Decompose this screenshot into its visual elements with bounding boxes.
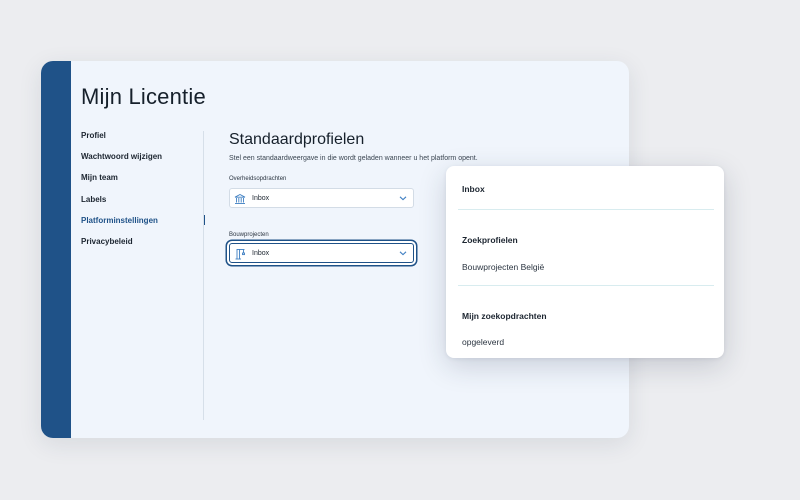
- page-title: Mijn Licentie: [81, 84, 206, 109]
- nav-item-platform-settings[interactable]: Platforminstellingen: [81, 214, 205, 236]
- dropdown-separator: [458, 285, 714, 286]
- nav-item-my-team[interactable]: Mijn team: [81, 172, 205, 193]
- nav-divider: [203, 131, 204, 420]
- dropdown-group-header-my-searches: Mijn zoekopdrachten: [462, 311, 547, 321]
- chevron-down-icon: [399, 196, 407, 201]
- building-icon: [234, 192, 246, 204]
- section-description: Stel een standaardweergave in die wordt …: [229, 155, 478, 162]
- government-tenders-select[interactable]: Inbox: [229, 188, 414, 208]
- dropdown-option[interactable]: opgeleverd: [462, 337, 504, 347]
- nav-item-profile[interactable]: Profiel: [81, 130, 205, 151]
- field-label-construction-projects: Bouwprojecten: [229, 232, 269, 238]
- nav-item-labels[interactable]: Labels: [81, 194, 205, 215]
- nav-item-change-password[interactable]: Wachtwoord wijzigen: [81, 151, 205, 172]
- dropdown-group-header-search-profiles: Zoekprofielen: [462, 235, 518, 245]
- construction-projects-select[interactable]: Inbox: [229, 243, 414, 263]
- government-tenders-value: Inbox: [252, 194, 270, 202]
- nav-item-privacy-policy[interactable]: Privacybeleid: [81, 236, 205, 257]
- dropdown-option[interactable]: Bouwprojecten België: [462, 262, 544, 272]
- settings-nav: Profiel Wachtwoord wijzigen Mijn team La…: [81, 130, 205, 257]
- crane-icon: [234, 247, 246, 260]
- field-label-government-tenders: Overheidsopdrachten: [229, 176, 287, 182]
- section-title: Standaardprofielen: [229, 131, 365, 148]
- profile-dropdown-menu: Inbox Zoekprofielen Bouwprojecten België…: [446, 166, 724, 358]
- chevron-down-icon: [399, 251, 407, 256]
- dropdown-option-inbox[interactable]: Inbox: [462, 184, 485, 194]
- brand-stripe: [41, 61, 71, 438]
- construction-projects-value: Inbox: [252, 249, 270, 257]
- dropdown-separator: [458, 209, 714, 210]
